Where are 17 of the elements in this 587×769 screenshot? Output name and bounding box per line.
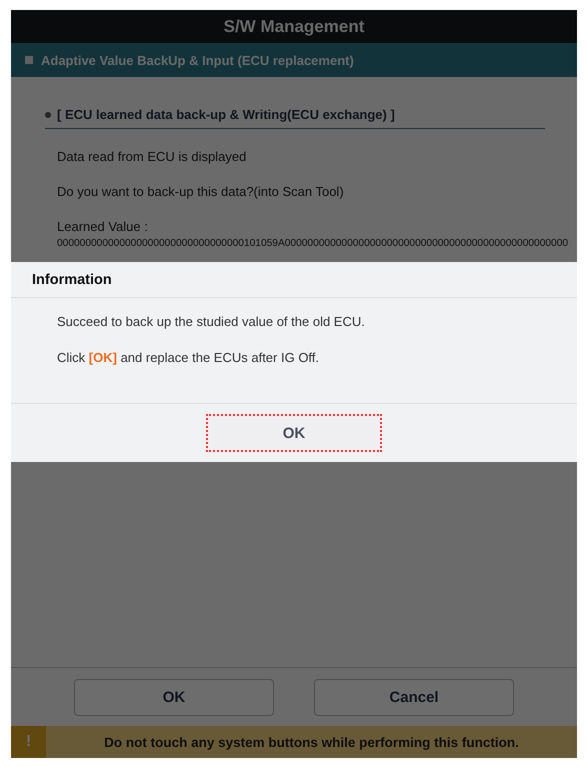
- learned-value: 000000000000000000000000000000000101059A00000000000000000000000000000000000000000000000000: [57, 238, 570, 249]
- message-text: Data read from ECU is displayed: [57, 149, 248, 164]
- window-title: S/W Management: [11, 10, 577, 43]
- bullet-icon: [45, 112, 51, 118]
- content-heading: [ ECU learned data back-up & Writing(ECU exchange) ]: [57, 107, 395, 122]
- square-icon: [25, 56, 33, 64]
- dialog-message: Succeed to back up the studied value of the old ECU.: [57, 314, 366, 329]
- warning-text: Do not touch any system buttons while performing this function.: [103, 734, 520, 752]
- dialog-button[interactable]: OK: [74, 678, 274, 716]
- dialog-title: Information: [11, 262, 577, 298]
- section-title: Adaptive Value BackUp & Input (ECU replacement): [41, 52, 354, 68]
- message-text: Do you want to back-up this data?(into Scan Tool): [57, 184, 345, 199]
- dialog-button[interactable]: Cancel: [314, 678, 514, 716]
- warning-icon: !: [11, 726, 46, 758]
- learned-value-label: Learned Value :: [57, 219, 149, 234]
- ok-button[interactable]: OK: [206, 414, 382, 452]
- dialog-message: Click [OK] and replace the ECUs after IG Off.: [57, 350, 320, 365]
